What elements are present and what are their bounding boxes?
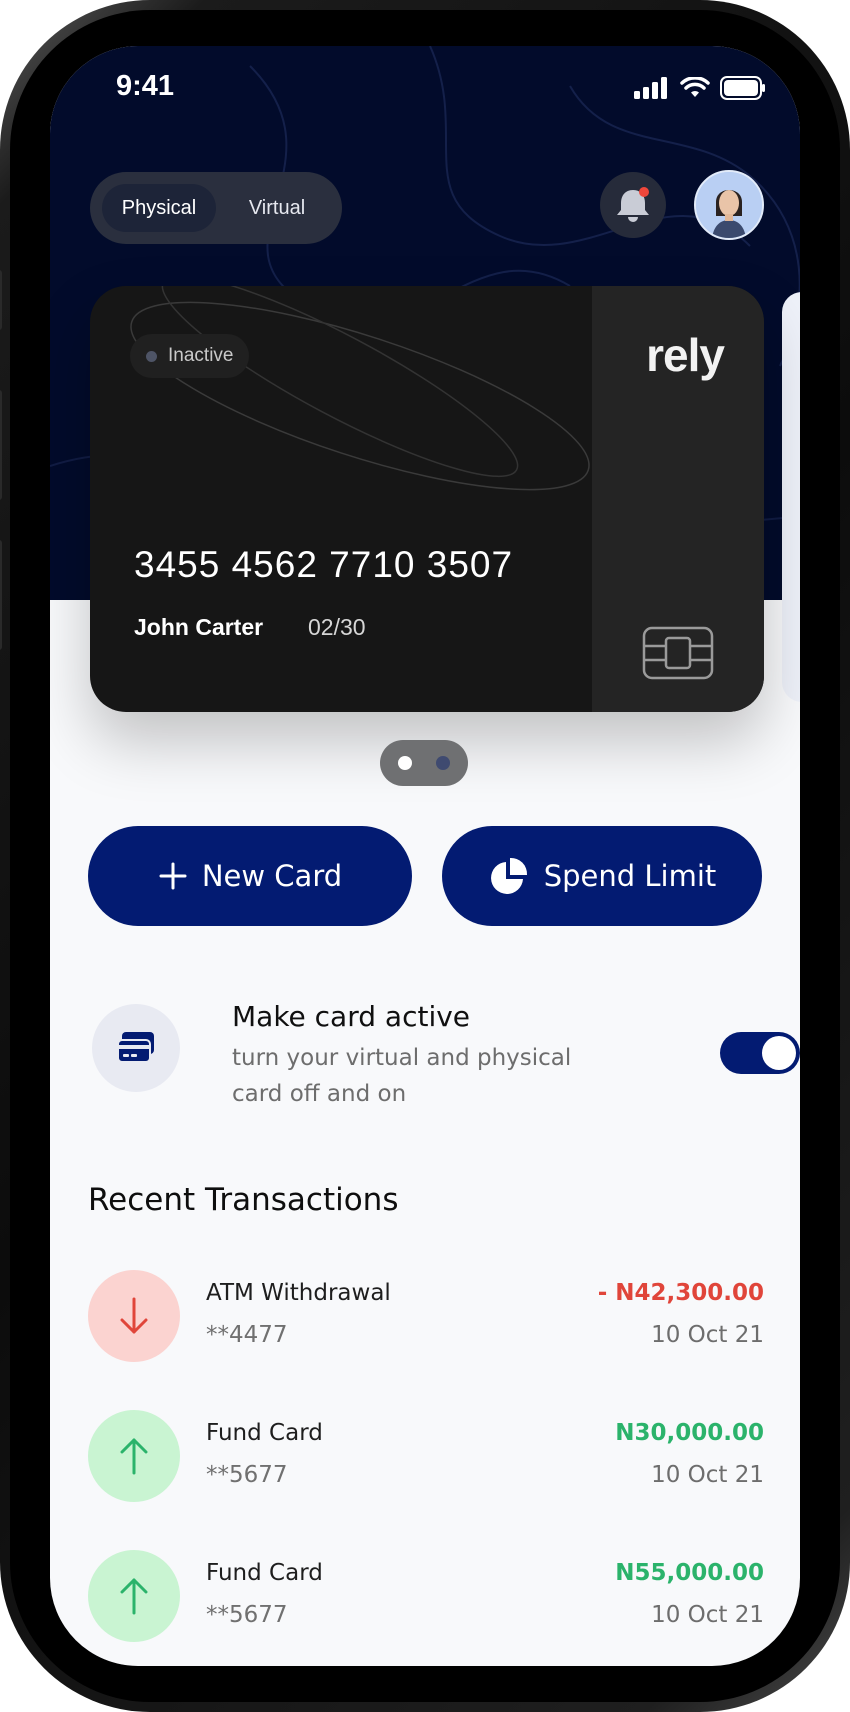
pager-dot-active	[398, 756, 412, 770]
status-dot	[146, 351, 157, 362]
transaction-card: **5677	[206, 1602, 288, 1628]
plus-icon	[159, 862, 187, 890]
transaction-item[interactable]: Fund Card **5677 N30,000.00 10 Oct 21	[88, 1410, 764, 1502]
spend-limit-label: Spend Limit	[543, 859, 717, 893]
pager-dot	[436, 756, 450, 770]
phone-frame: 9:41 Physical Virtual Inactive rely 3455…	[0, 0, 850, 1712]
card-status-label: Inactive	[168, 345, 234, 366]
card-activation-row: Make card active turn your virtual and p…	[90, 1000, 800, 1110]
transaction-card: **4477	[206, 1322, 288, 1348]
card-number: 3455 4562 7710 3507	[134, 544, 514, 585]
transaction-card: **5677	[206, 1462, 288, 1488]
transaction-amount: - N42,300.00	[597, 1280, 764, 1306]
card-activation-icon-bg	[92, 1004, 180, 1092]
volume-up-button	[0, 390, 2, 500]
notification-dot	[639, 187, 649, 197]
status-time: 9:41	[116, 70, 175, 102]
transaction-date: 10 Oct 21	[651, 1462, 764, 1488]
wifi-icon	[680, 77, 710, 97]
battery-icon	[720, 76, 765, 100]
toggle-knob	[762, 1036, 796, 1070]
avatar[interactable]	[694, 170, 764, 240]
bell-icon	[617, 187, 649, 222]
card-activation-title: Make card active	[232, 1000, 471, 1033]
card-type-toggle: Physical Virtual	[90, 172, 342, 244]
transaction-title: ATM Withdrawal	[206, 1280, 391, 1306]
cellular-signal-icon	[634, 77, 667, 99]
card-chip-icon	[642, 626, 714, 680]
card-activation-description: turn your virtual and physical card off …	[232, 1045, 572, 1107]
arrow-down-icon	[120, 1297, 148, 1334]
spend-limit-button[interactable]: Spend Limit	[442, 826, 762, 926]
notifications-button[interactable]	[600, 172, 666, 238]
app-screen: 9:41 Physical Virtual Inactive rely 3455…	[50, 46, 800, 1666]
tab-virtual[interactable]: Virtual	[220, 184, 334, 232]
transaction-item[interactable]: Fund Card **5677 N55,000.00 10 Oct 21	[88, 1550, 764, 1642]
arrow-up-icon	[120, 1578, 148, 1615]
pie-chart-icon	[490, 857, 527, 894]
transaction-date: 10 Oct 21	[651, 1602, 764, 1628]
transaction-amount: N30,000.00	[615, 1420, 764, 1446]
deposit-icon-bg	[88, 1550, 180, 1642]
new-card-button[interactable]: New Card	[88, 826, 412, 926]
user-portrait	[696, 172, 762, 238]
card-active-toggle[interactable]	[720, 1032, 800, 1074]
card-expiry: 02/30	[308, 614, 366, 640]
new-card-label: New Card	[201, 859, 343, 893]
transaction-item[interactable]: ATM Withdrawal **4477 - N42,300.00 10 Oc…	[88, 1270, 764, 1362]
arrow-up-icon	[120, 1438, 148, 1475]
cards-icon	[117, 1032, 154, 1063]
card-status-badge: Inactive	[130, 334, 250, 378]
volume-down-button	[0, 540, 2, 650]
next-card-peek[interactable]	[782, 292, 800, 702]
card-pager[interactable]	[380, 740, 468, 786]
transaction-title: Fund Card	[206, 1560, 323, 1586]
status-bar: 9:41	[50, 46, 800, 136]
card-holder-name: John Carter	[134, 614, 264, 640]
transaction-date: 10 Oct 21	[651, 1322, 764, 1348]
payment-card[interactable]: Inactive rely 3455 4562 7710 3507 John C…	[90, 286, 764, 712]
tab-physical[interactable]: Physical	[102, 184, 216, 232]
mute-switch	[0, 270, 2, 330]
deposit-icon-bg	[88, 1410, 180, 1502]
card-brand-logo: rely	[646, 329, 725, 381]
transaction-amount: N55,000.00	[615, 1560, 764, 1586]
transaction-title: Fund Card	[206, 1420, 323, 1446]
recent-transactions-title: Recent Transactions	[88, 1182, 399, 1218]
withdrawal-icon-bg	[88, 1270, 180, 1362]
